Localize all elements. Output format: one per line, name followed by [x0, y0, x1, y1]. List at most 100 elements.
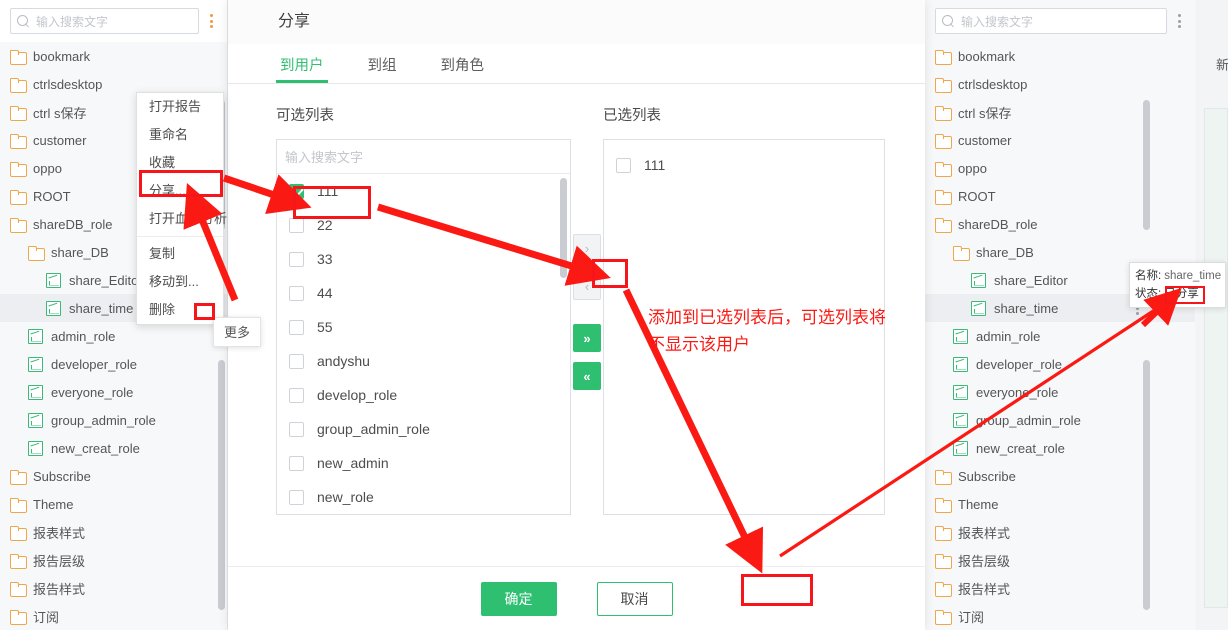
tree-item-bookmark[interactable]: bookmark [925, 42, 1195, 70]
checkbox[interactable] [289, 251, 304, 267]
tree-item-shareDB_role[interactable]: shareDB_role [925, 210, 1195, 238]
tree-item-label: share_DB [976, 244, 1034, 260]
context-menu-item-打开血缘分析[interactable]: 打开血缘分析 [137, 205, 227, 233]
folder-icon [935, 469, 952, 485]
available-item-33[interactable]: 33 [277, 242, 570, 276]
left-search-input[interactable]: 输入搜索文字 [10, 8, 199, 34]
checkbox[interactable] [289, 455, 304, 471]
tree-item-报告样式[interactable]: 报告样式 [0, 574, 227, 602]
context-menu-item-打开报告[interactable]: 打开报告 [137, 93, 223, 121]
report-icon [28, 328, 43, 344]
checkbox[interactable] [616, 157, 631, 173]
available-search-input[interactable]: 输入搜索文字 [277, 140, 570, 174]
available-item-group_admin_role[interactable]: group_admin_role [277, 412, 570, 446]
move-all-right-button[interactable]: » [573, 324, 601, 352]
checkbox[interactable] [289, 421, 304, 437]
tree-item-admin_role[interactable]: admin_role [925, 322, 1195, 350]
tree-item-oppo[interactable]: oppo [925, 154, 1195, 182]
context-menu-item-重命名[interactable]: 重命名 [137, 121, 223, 149]
checkbox[interactable] [289, 489, 304, 505]
tree-item-developer_role[interactable]: developer_role [925, 350, 1195, 378]
available-item-44[interactable]: 44 [277, 276, 570, 310]
tree-item-customer[interactable]: customer [925, 126, 1195, 154]
move-all-left-button[interactable]: « [573, 362, 601, 390]
tree-item-Subscribe[interactable]: Subscribe [925, 462, 1195, 490]
tree-item-ROOT[interactable]: ROOT [925, 182, 1195, 210]
tree-item-报表样式[interactable]: 报表样式 [925, 518, 1195, 546]
tree-item-订阅[interactable]: 订阅 [0, 602, 227, 630]
move-right-button[interactable]: › [573, 234, 601, 262]
checkbox[interactable] [289, 514, 304, 515]
checkbox[interactable] [289, 319, 304, 335]
tab-到组[interactable]: 到组 [364, 54, 401, 83]
report-icon [28, 384, 43, 400]
tree-item-报表样式[interactable]: 报表样式 [0, 518, 227, 546]
folder-open-icon [953, 245, 970, 261]
checkbox[interactable] [289, 353, 304, 369]
tree-item-admin_role[interactable]: admin_role [0, 322, 227, 350]
available-item-new_admin[interactable]: new_admin [277, 446, 570, 480]
context-menu-item-移动到[interactable]: 移动到... [137, 268, 223, 296]
tree-item-Subscribe[interactable]: Subscribe [0, 462, 227, 490]
checkbox[interactable] [289, 217, 304, 233]
option-label: develop_role [317, 387, 398, 403]
annotation-box-option-111 [293, 186, 371, 219]
tree-item-label: new_creat_role [976, 440, 1065, 456]
tree-item-Theme[interactable]: Theme [0, 490, 227, 518]
folder-icon [10, 469, 27, 485]
tree-item-报告层级[interactable]: 报告层级 [0, 546, 227, 574]
context-menu-item-复制[interactable]: 复制 [137, 240, 223, 268]
more-tooltip: 更多 [213, 317, 262, 347]
available-item-develop_role[interactable]: develop_role [277, 378, 570, 412]
confirm-button[interactable]: 确定 [480, 581, 557, 616]
available-item-55[interactable]: 55 [277, 310, 570, 344]
tree-item-everyone_role[interactable]: everyone_role [925, 378, 1195, 406]
available-item-new_role[interactable]: new_role [277, 480, 570, 514]
available-item-andyshu[interactable]: andyshu [277, 344, 570, 378]
annotation-note: 添加到已选列表后，可选列表将不显示该用户 [648, 308, 886, 355]
left-panel-kebab-menu-icon[interactable] [201, 9, 221, 33]
option-label: 44 [317, 285, 333, 301]
cancel-button[interactable]: 取消 [596, 581, 673, 616]
new-button[interactable]: 新 [1214, 58, 1228, 71]
tab-到用户[interactable]: 到用户 [276, 54, 328, 83]
tree-item-ctrlsdesktop[interactable]: ctrlsdesktop [925, 70, 1195, 98]
tree-item-Theme[interactable]: Theme [925, 490, 1195, 518]
right-tree: bookmark ctrlsdesktop ctrl s保存 customer oppo… [925, 42, 1195, 630]
tree-item-ctrl-s保存[interactable]: ctrl s保存 [925, 98, 1195, 126]
tree-item-报告层级[interactable]: 报告层级 [925, 546, 1195, 574]
available-list-scrollbar[interactable] [560, 178, 567, 508]
context-menu[interactable]: 打开报告 重命名 收藏 分享... 打开血缘分析 复制 移动到... 删除 [136, 92, 227, 325]
tree-item-group_admin_role[interactable]: group_admin_role [925, 406, 1195, 434]
tree-item-bookmark[interactable]: bookmark [0, 42, 227, 70]
available-item-partial[interactable] [277, 514, 570, 515]
folder-icon [935, 525, 952, 541]
checkbox[interactable] [289, 387, 304, 403]
folder-icon [10, 49, 27, 65]
tab-到角色[interactable]: 到角色 [437, 54, 489, 83]
tree-item-label: share_Editor [69, 272, 143, 288]
tree-item-group_admin_role[interactable]: group_admin_role [0, 406, 227, 434]
selected-item-111[interactable]: 111 [604, 148, 884, 182]
report-icon [46, 272, 61, 288]
option-label: 22 [317, 217, 333, 233]
tree-item-label: admin_role [976, 328, 1041, 344]
tree-item-new_creat_role[interactable]: new_creat_role [925, 434, 1195, 462]
option-label: 33 [317, 251, 333, 267]
annotation-box-row-dot [194, 303, 215, 320]
right-tree-scrollbar[interactable] [1143, 40, 1150, 620]
checkbox[interactable] [289, 285, 304, 301]
right-search-input[interactable]: 输入搜索文字 [935, 8, 1167, 34]
tree-item-label: oppo [958, 160, 987, 176]
search-icon [942, 14, 955, 28]
tree-item-developer_role[interactable]: developer_role [0, 350, 227, 378]
folder-icon [935, 581, 952, 597]
available-list-label: 可选列表 [276, 108, 334, 124]
right-panel-kebab-menu-icon[interactable] [1169, 9, 1189, 33]
report-icon [28, 440, 43, 456]
tree-item-new_creat_role[interactable]: new_creat_role [0, 434, 227, 462]
tree-item-订阅[interactable]: 订阅 [925, 602, 1195, 630]
tree-item-报告样式[interactable]: 报告样式 [925, 574, 1195, 602]
tree-item-label: everyone_role [51, 384, 134, 400]
tree-item-everyone_role[interactable]: everyone_role [0, 378, 227, 406]
